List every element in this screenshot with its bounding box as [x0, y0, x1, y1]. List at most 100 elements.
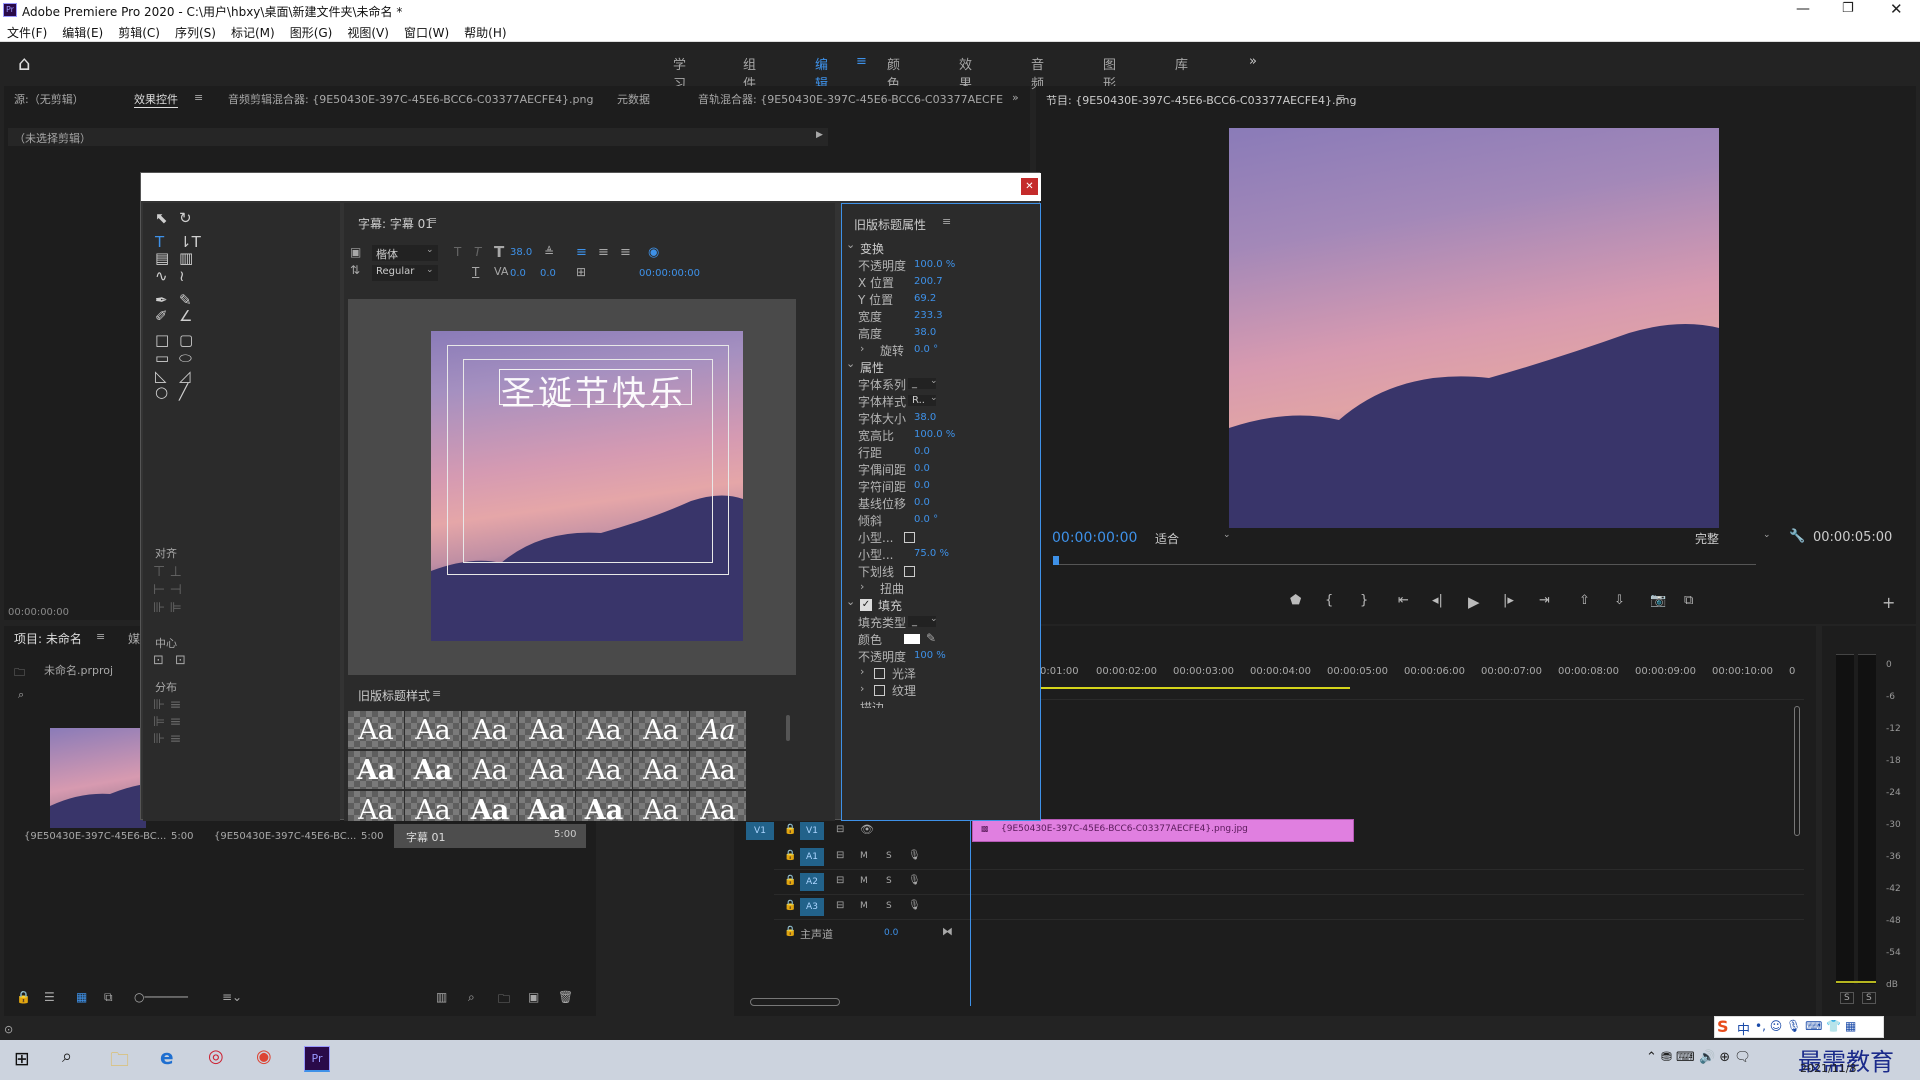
align-right-icon[interactable]: ≡ — [620, 245, 631, 260]
attr-prop-6[interactable]: 字符间距 0.0 — [842, 478, 1042, 495]
properties-menu-icon[interactable]: ≡ — [942, 215, 951, 228]
prop-3[interactable]: 宽度 233.3 — [842, 308, 1042, 325]
project-menu-icon[interactable]: ≡ — [96, 630, 105, 643]
title-style-swatch[interactable]: Aa — [690, 711, 746, 749]
fill-checkbox[interactable]: ✓ — [860, 599, 872, 611]
attributes-section[interactable]: ⌄ 属性 — [842, 357, 1042, 376]
leading-value[interactable]: 0.0 — [540, 268, 556, 279]
master-track-level[interactable]: 0.0 — [884, 928, 898, 938]
fill-color[interactable]: 颜色 ✎ — [842, 631, 1042, 648]
center-vertical-icon[interactable]: ⊡ — [175, 653, 186, 668]
title-style-swatch[interactable]: Aa — [348, 711, 404, 749]
prop-3-value[interactable]: 233.3 — [914, 310, 943, 321]
maximize-button[interactable]: ❐ — [1842, 1, 1854, 16]
rotation-tool-icon[interactable]: ↻ — [179, 209, 192, 227]
project-clip-1-name[interactable]: {9E50430E-397C-45E6-BC... — [24, 831, 166, 842]
ime-mode-label[interactable]: 中 — [1737, 1019, 1750, 1038]
attr-prop-4[interactable]: 行距 0.0 — [842, 444, 1042, 461]
clipped-corner-tool-icon[interactable]: ⬭ — [179, 349, 192, 367]
windows-start-icon[interactable]: ⊞ — [14, 1048, 30, 1070]
chevron-down-icon[interactable]: ⌄ — [846, 357, 855, 370]
sheen-row[interactable]: › 光泽 — [842, 665, 1042, 682]
prop-5[interactable]: 旋转 › 0.0 ° — [842, 342, 1042, 359]
go-to-out-icon[interactable]: ⇥ — [1539, 593, 1550, 608]
title-style-swatch[interactable]: Aa — [576, 791, 632, 821]
prop-2[interactable]: Y 位置 69.2 — [842, 291, 1042, 308]
color-swatch[interactable] — [904, 634, 920, 644]
attr-prop-8[interactable]: 倾斜 0.0 ° — [842, 512, 1042, 529]
rectangle-tool-icon[interactable]: □ — [155, 331, 169, 349]
title-style-swatch[interactable]: Aa — [519, 791, 575, 821]
home-icon[interactable]: ⌂ — [18, 51, 31, 75]
track-lock-icon[interactable]: 🔒 — [784, 824, 796, 835]
track-lock-icon[interactable]: 🔒 — [784, 900, 796, 911]
more-tabs-icon[interactable]: » — [1012, 91, 1019, 104]
title-style-swatch[interactable]: Aa — [405, 791, 461, 821]
a2-track-target[interactable]: A2 — [800, 873, 824, 891]
step-back-icon[interactable]: ◂| — [1432, 593, 1443, 608]
media-browser-tab[interactable]: 媒 — [128, 630, 140, 647]
eye-icon[interactable]: 👁 — [860, 823, 874, 836]
project-clip-2-name[interactable]: {9E50430E-397C-45E6-BC... — [214, 831, 356, 842]
export-frame-icon[interactable]: 📷 — [1650, 593, 1666, 608]
center-horizontal-icon[interactable]: ⊡ — [153, 653, 164, 668]
microphone-icon[interactable]: 🎙 — [908, 850, 921, 861]
solo-left-button[interactable]: S — [1840, 992, 1854, 1004]
add-marker-icon[interactable]: ⬟ — [1290, 593, 1301, 608]
stroke-section[interactable]: 描边 — [842, 699, 1042, 716]
underline-icon[interactable]: T — [472, 265, 479, 279]
new-item-icon[interactable]: ▣ — [528, 990, 539, 1004]
twist-section[interactable]: 扭曲 › — [842, 580, 1042, 597]
title-style-swatch[interactable]: Aa — [633, 751, 689, 789]
sync-lock-icon[interactable]: ⊟ — [836, 900, 844, 911]
styles-scrollbar[interactable] — [786, 715, 790, 741]
prop-0[interactable]: 不透明度 100.0 % — [842, 257, 1042, 274]
title-style-swatch[interactable]: Aa — [576, 751, 632, 789]
title-style-swatch[interactable]: Aa — [633, 791, 689, 821]
menu-view[interactable]: 视图(V) — [347, 26, 389, 40]
title-style-swatch[interactable]: Aa — [519, 711, 575, 749]
track-lock-icon[interactable]: 🔒 — [784, 875, 796, 886]
texture-row[interactable]: › 纹理 — [842, 682, 1042, 699]
chevron-down-icon[interactable]: ⌄ — [846, 238, 855, 251]
title-canvas[interactable]: 圣诞节快乐 — [348, 299, 796, 675]
vertical-path-type-tool-icon[interactable]: ≀ — [179, 267, 185, 285]
mark-in-icon[interactable]: { — [1325, 593, 1333, 608]
titler-close-button[interactable]: ✕ — [1021, 178, 1038, 195]
workspace-libraries[interactable]: 库 — [1175, 54, 1188, 73]
chevron-down-icon[interactable]: ⌄ — [846, 595, 855, 608]
menu-marker[interactable]: 标记(M) — [231, 26, 275, 40]
attr-prop-1[interactable]: 字体样式 R.. ⌄ — [842, 393, 1042, 410]
prop-2-value[interactable]: 69.2 — [914, 293, 936, 304]
fill-type[interactable]: 填充类型 _ ⌄ — [842, 614, 1042, 631]
prop-5-value[interactable]: 0.0 ° — [914, 344, 938, 355]
distribute-tools-icon[interactable]: ⊪ ≡ ⊫ ≡ ⊪ ≡ — [153, 697, 181, 748]
lock-icon[interactable]: 🔒 — [16, 990, 31, 1004]
program-menu-icon[interactable]: ≡ — [1336, 91, 1345, 104]
search-icon[interactable]: ⌕ — [18, 688, 24, 702]
chevron-right-icon[interactable]: › — [860, 665, 864, 678]
attr-prop-0[interactable]: 字体系列 _ ⌄ — [842, 376, 1042, 393]
chrome-icon[interactable]: ◉ — [256, 1046, 272, 1067]
automate-icon[interactable]: ▥ — [436, 990, 447, 1004]
v1-source-patch[interactable]: V1 — [746, 822, 774, 840]
microphone-icon[interactable]: 🎙 — [908, 875, 921, 886]
align-tools-icon[interactable]: ⊤ ⊥ ⊢ ⊣ ⊪ ⊫ — [153, 563, 182, 617]
mute-button[interactable]: M — [860, 876, 868, 886]
timeline-vertical-scrollbar[interactable] — [1794, 706, 1800, 836]
menu-graphics[interactable]: 图形(G) — [290, 26, 333, 40]
checkbox[interactable] — [904, 532, 915, 543]
font-size-value[interactable]: 38.0 — [510, 247, 532, 258]
sync-lock-icon[interactable]: ⊟ — [836, 850, 844, 861]
project-tab[interactable]: 项目: 未命名 — [14, 630, 82, 647]
solo-button[interactable]: S — [886, 876, 892, 886]
menu-sequence[interactable]: 序列(S) — [175, 26, 216, 40]
convert-anchor-tool-icon[interactable]: ∠ — [179, 307, 192, 325]
v1-track-target[interactable]: V1 — [800, 822, 824, 840]
project-thumbnail[interactable] — [50, 728, 146, 828]
fill-section[interactable]: ⌄ ✓ 填充 — [842, 595, 1042, 614]
eyedropper-icon[interactable]: ✎ — [926, 631, 936, 645]
tab-metadata[interactable]: 元数据 — [617, 91, 650, 107]
a1-track-target[interactable]: A1 — [800, 848, 824, 866]
tab-stops-icon[interactable]: ⊞ — [576, 265, 586, 279]
